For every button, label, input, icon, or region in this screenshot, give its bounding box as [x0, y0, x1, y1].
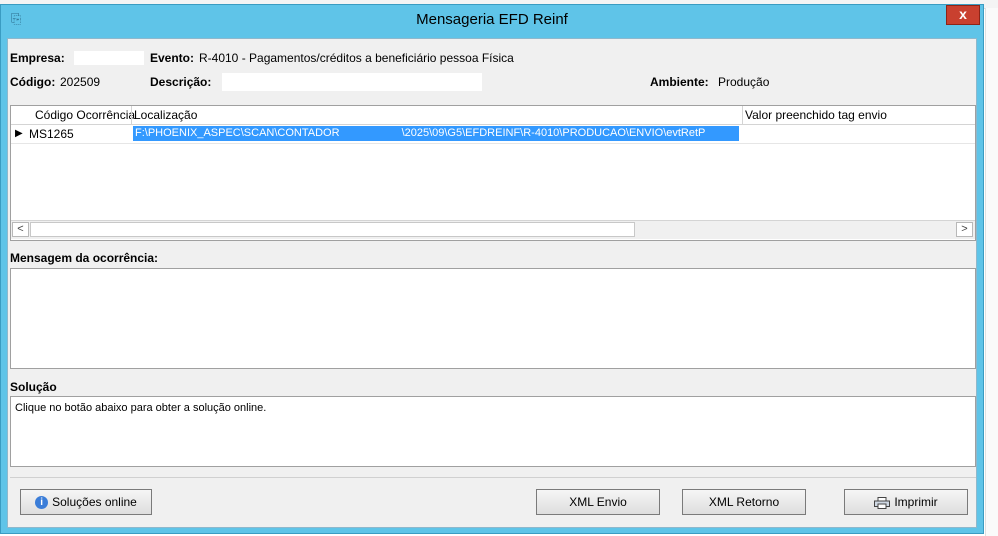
- localizacao-path-end: \2025\09\G5\EFDREINF\R-4010\PRODUCAO\ENV…: [401, 127, 706, 139]
- solucao-title: Solução: [10, 380, 57, 394]
- evento-label: Evento:: [150, 51, 195, 65]
- imprimir-button[interactable]: Imprimir: [844, 489, 968, 515]
- mensageria-window: ⎘ Mensageria EFD Reinf x Empresa: Evento…: [0, 4, 984, 534]
- ambiente-value: Produção: [718, 75, 770, 89]
- window-title: Mensageria EFD Reinf: [416, 11, 568, 28]
- row-pointer-icon: ▶: [15, 128, 23, 139]
- solucoes-online-button[interactable]: i Soluções online: [20, 489, 152, 515]
- solucao-text: Clique no botão abaixo para obter a solu…: [15, 402, 267, 414]
- solucao-textbox[interactable]: Clique no botão abaixo para obter a solu…: [10, 396, 976, 467]
- xml-envio-label: XML Envio: [569, 495, 627, 509]
- scroll-left-button[interactable]: <: [12, 222, 29, 237]
- solucoes-online-label: Soluções online: [52, 495, 137, 509]
- xml-envio-button[interactable]: XML Envio: [536, 489, 660, 515]
- empresa-value-redacted: [74, 51, 144, 65]
- mensagem-textbox[interactable]: [10, 268, 976, 369]
- column-separator[interactable]: [131, 106, 132, 124]
- xml-retorno-label: XML Retorno: [708, 495, 780, 509]
- table-row[interactable]: ▶ MS1265 F:\PHOENIX_ASPEC\SCAN\CONTADOR \…: [11, 125, 975, 144]
- column-header-localizacao[interactable]: Localização: [134, 108, 197, 122]
- evento-value: R-4010 - Pagamentos/créditos a beneficiá…: [199, 51, 514, 65]
- xml-retorno-button[interactable]: XML Retorno: [682, 489, 806, 515]
- background-app-edge: [985, 8, 998, 536]
- ocorrencias-grid[interactable]: Código Ocorrência Localização Valor pree…: [10, 105, 976, 241]
- cell-localizacao-selected[interactable]: F:\PHOENIX_ASPEC\SCAN\CONTADOR \2025\09\G…: [133, 126, 739, 141]
- descricao-label: Descrição:: [150, 75, 212, 89]
- title-bar[interactable]: ⎘ Mensageria EFD Reinf x: [1, 5, 983, 35]
- column-header-codigo[interactable]: Código Ocorrência: [35, 108, 135, 122]
- column-header-valor[interactable]: Valor preenchido tag envio: [745, 108, 887, 122]
- info-icon: i: [35, 496, 49, 510]
- printer-icon: [874, 496, 891, 509]
- imprimir-label: Imprimir: [894, 495, 938, 509]
- column-separator[interactable]: [742, 106, 743, 124]
- codigo-value: 202509: [60, 75, 101, 89]
- ambiente-label: Ambiente:: [650, 75, 709, 89]
- localizacao-path-start: F:\PHOENIX_ASPEC\SCAN\CONTADOR: [135, 127, 340, 139]
- button-bar: i Soluções online XML Envio XML Retorno I…: [10, 477, 976, 526]
- descricao-value-redacted: [222, 73, 482, 91]
- close-button[interactable]: x: [946, 5, 980, 25]
- horizontal-scrollbar[interactable]: < >: [11, 220, 975, 239]
- grid-header: Código Ocorrência Localização Valor pree…: [11, 106, 975, 125]
- mensagem-title: Mensagem da ocorrência:: [10, 251, 159, 265]
- scroll-thumb[interactable]: [30, 222, 635, 237]
- scroll-right-button[interactable]: >: [956, 222, 973, 237]
- codigo-label: Código:: [10, 75, 56, 89]
- dialog-body: Empresa: Evento: R-4010 - Pagamentos/cré…: [7, 38, 977, 528]
- cell-codigo[interactable]: MS1265: [29, 127, 74, 141]
- empresa-label: Empresa:: [10, 51, 65, 65]
